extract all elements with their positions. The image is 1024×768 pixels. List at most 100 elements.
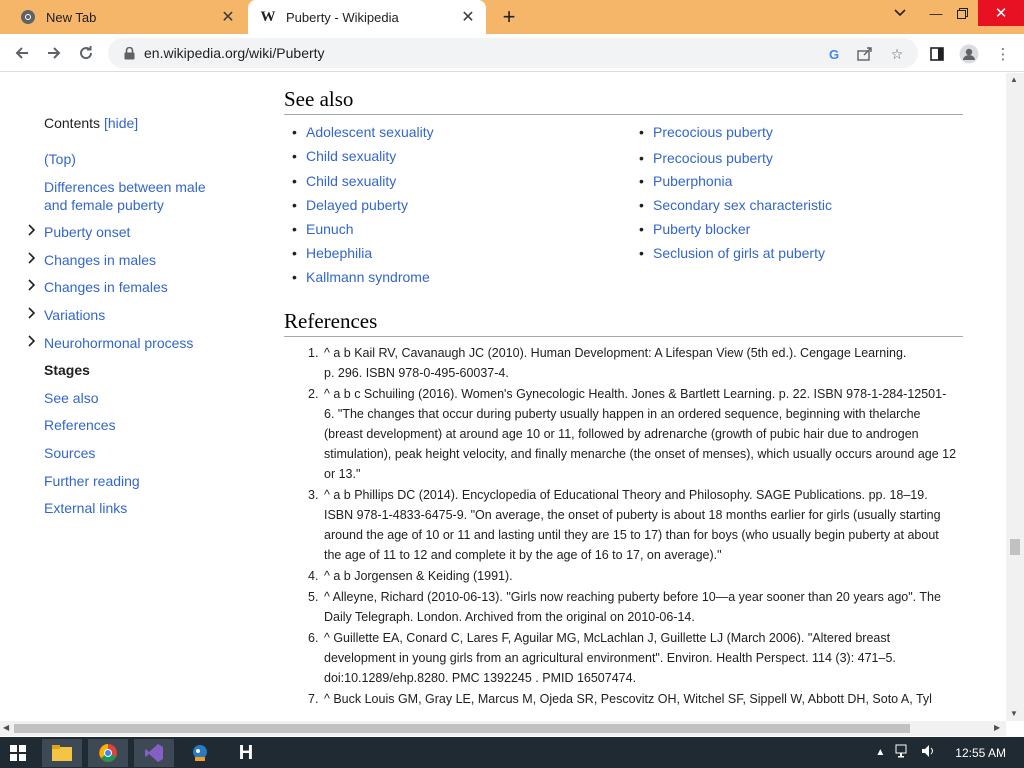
volume-icon[interactable] [921, 744, 937, 761]
browser-toolbar: en.wikipedia.org/wiki/Puberty G ☆ ⋮ [0, 34, 1024, 72]
toc-item-puberty-onset[interactable]: Puberty onset [44, 223, 130, 241]
reference-number: 5. [308, 590, 319, 604]
reference-text-line[interactable]: Daily Telegraph. London. Archived from t… [324, 607, 964, 627]
see-also-link[interactable]: Hebephilia [292, 245, 372, 261]
reference-text-line[interactable]: ^ a b Phillips DC (2014). Encyclopedia o… [324, 485, 964, 505]
toc-item-stages[interactable]: Stages [44, 361, 90, 379]
app-icon[interactable] [180, 739, 220, 767]
reference-text-line[interactable]: ISBN 978-1-4833-6475-9. "On average, the… [324, 505, 964, 525]
see-also-link[interactable]: Adolescent sexuality [292, 124, 434, 140]
chevron-right-icon[interactable] [28, 307, 38, 322]
window-close-button[interactable]: ✕ [978, 0, 1024, 26]
chevron-right-icon[interactable] [28, 252, 38, 267]
url-text[interactable]: en.wikipedia.org/wiki/Puberty [144, 45, 325, 61]
chevron-down-icon[interactable] [882, 0, 918, 26]
address-bar[interactable]: en.wikipedia.org/wiki/Puberty G ☆ [108, 38, 918, 68]
clock[interactable]: 12:55 AM [955, 746, 1006, 760]
toc-item-changes-in-males[interactable]: Changes in males [44, 251, 156, 269]
reference-text-line[interactable]: stimulation), peak height velocity, and … [324, 444, 964, 464]
chrome-icon [20, 9, 36, 25]
chevron-right-icon[interactable] [28, 335, 38, 350]
toc-item-variations[interactable]: Variations [44, 306, 105, 324]
reference-text-line[interactable]: p. 296. ISBN 978-0-495-60037-4. [324, 363, 964, 383]
chevron-right-icon[interactable] [28, 224, 38, 239]
reference-text-line[interactable]: ^ a b Kail RV, Cavanaugh JC (2010). Huma… [324, 343, 964, 363]
scrollbar-thumb[interactable] [1010, 539, 1020, 555]
reference-number: 7. [308, 692, 319, 706]
h-app-icon[interactable]: H [226, 739, 266, 767]
reference-text-line[interactable]: ^ a b Jorgensen & Keiding (1991). [324, 566, 964, 586]
close-icon[interactable]: ✕ [218, 7, 238, 27]
tab-puberty-wikipedia[interactable]: W Puberty - Wikipedia ✕ [248, 0, 486, 34]
reference-text-line[interactable]: ^ a b c Schuiling (2016). Women's Gyneco… [324, 384, 964, 404]
visual-studio-icon[interactable] [134, 739, 174, 767]
toc-item-label: and female puberty [44, 197, 164, 213]
lock-icon[interactable] [122, 45, 136, 61]
toc-item-neurohormonal-process[interactable]: Neurohormonal process [44, 334, 193, 352]
reference-text-line[interactable]: the age of 11 to 12 and complete it by t… [324, 545, 964, 565]
scroll-up-icon[interactable]: ▲ [1010, 75, 1018, 84]
reference-text-line[interactable]: ^ Buck Louis GM, Gray LE, Marcus M, Ojed… [324, 689, 964, 709]
chevron-right-icon[interactable] [28, 279, 38, 294]
reload-button[interactable] [72, 39, 100, 67]
restore-button[interactable] [944, 0, 980, 26]
close-icon[interactable]: ✕ [458, 7, 478, 27]
reference-text-line[interactable]: around the age of 10 or 11 and lasting u… [324, 525, 964, 545]
network-icon[interactable] [895, 744, 911, 761]
profile-avatar-icon[interactable] [958, 43, 980, 65]
chevron-up-icon[interactable]: ▲ [875, 747, 885, 758]
reference-text-line[interactable]: (breast development) at around age 10 or… [324, 424, 964, 444]
see-also-link[interactable]: Seclusion of girls at puberty [639, 245, 825, 261]
chrome-icon[interactable] [88, 739, 128, 767]
reference-text-line[interactable]: doi:10.1289/ehp.8280. PMC 1392245 . PMID… [324, 668, 964, 688]
new-tab-button[interactable]: + [496, 4, 522, 30]
toc-item-sources[interactable]: Sources [44, 444, 95, 462]
vertical-scrollbar[interactable]: ▲ ▼ [1006, 73, 1024, 721]
reference-number: 3. [308, 488, 319, 502]
see-also-link[interactable]: Secondary sex characteristic [639, 197, 832, 213]
reference-text-line[interactable]: ^ Alleyne, Richard (2010-06-13). "Girls … [324, 587, 964, 607]
see-also-link[interactable]: Child sexuality [292, 148, 396, 164]
see-also-link[interactable]: Delayed puberty [292, 197, 408, 213]
see-also-link[interactable]: Child sexuality [292, 173, 396, 189]
reference-item: 6. ^ Guillette EA, Conard C, Lares F, Agu… [308, 628, 964, 688]
tab-strip: New Tab ✕ W Puberty - Wikipedia ✕ + — ✕ [0, 0, 1024, 34]
scroll-down-icon[interactable]: ▼ [1010, 709, 1018, 718]
toc-item-references[interactable]: References [44, 416, 116, 434]
see-also-link[interactable]: Puberphonia [639, 173, 732, 189]
reference-text-line[interactable]: or 13." [324, 464, 964, 484]
scroll-right-icon[interactable]: ▶ [994, 723, 1000, 732]
see-also-heading: See also [284, 87, 963, 115]
google-lens-icon[interactable]: G [826, 45, 844, 63]
forward-button[interactable] [40, 39, 68, 67]
toc-item-external-links[interactable]: External links [44, 499, 127, 517]
reference-item: 2. ^ a b c Schuiling (2016). Women's Gyne… [308, 384, 964, 484]
toc-item-further-reading[interactable]: Further reading [44, 472, 140, 490]
file-explorer-icon[interactable] [42, 739, 82, 767]
toc-item-see-also[interactable]: See also [44, 389, 98, 407]
reference-text-line[interactable]: ^ Guillette EA, Conard C, Lares F, Aguil… [324, 628, 964, 648]
see-also-link[interactable]: Puberty blocker [639, 221, 750, 237]
more-menu-icon[interactable]: ⋮ [992, 43, 1014, 65]
see-also-link[interactable]: Kallmann syndrome [292, 269, 430, 285]
scroll-left-icon[interactable]: ◀ [3, 723, 9, 732]
see-also-link[interactable]: Eunuch [292, 221, 354, 237]
scrollbar-thumb[interactable] [14, 724, 910, 733]
reference-text-line[interactable]: development in young girls from an agric… [324, 648, 964, 668]
back-button[interactable] [8, 39, 36, 67]
reference-item: 3. ^ a b Phillips DC (2014). Encyclopedia… [308, 485, 964, 565]
toc-item-changes-in-females[interactable]: Changes in females [44, 278, 168, 296]
horizontal-scrollbar[interactable]: ◀ ▶ [0, 721, 1006, 736]
tab-new-tab[interactable]: New Tab ✕ [8, 0, 246, 34]
see-also-link[interactable]: Precocious puberty [639, 124, 773, 140]
share-icon[interactable] [856, 45, 874, 63]
reference-text-line[interactable]: 6. "The changes that occur during pubert… [324, 404, 964, 424]
see-also-link[interactable]: Precocious puberty [639, 150, 773, 166]
toc-item-differences[interactable]: Differences between male and female pube… [44, 178, 206, 214]
toc-item-label: Differences between male [44, 179, 206, 195]
toc-item-top[interactable]: (Top) [44, 150, 76, 168]
side-panel-icon[interactable] [926, 43, 948, 65]
star-icon[interactable]: ☆ [888, 45, 906, 63]
windows-start-icon[interactable] [0, 739, 36, 767]
toc-hide-link[interactable]: [hide] [104, 115, 138, 131]
